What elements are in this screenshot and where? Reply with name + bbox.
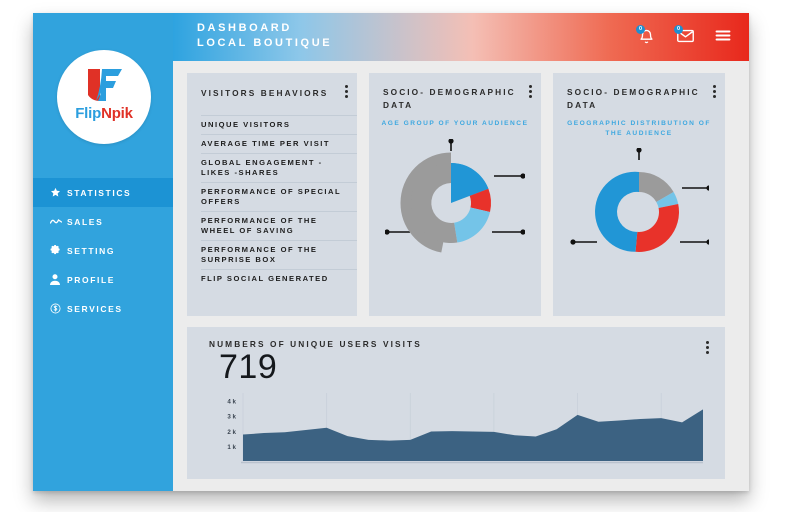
card-title: VISITORS BEHAVIORS <box>201 88 329 98</box>
sidebar-nav: STATISTICS SALES SETTING PROFILE SERVICE… <box>33 178 173 323</box>
sidebar-item-profile[interactable]: PROFILE <box>33 265 173 294</box>
top-header: DASHBOARD LOCAL BOUTIQUE 0 0 <box>173 13 749 61</box>
socio-demographic-age-card: SOCIO- DEMOGRAPHIC DATA AGE GROUP OF YOU… <box>369 73 541 316</box>
sidebar-item-services[interactable]: SERVICES <box>33 294 173 323</box>
gear-icon <box>50 244 67 258</box>
kebab-menu-icon[interactable] <box>713 85 716 98</box>
hamburger-menu-icon[interactable] <box>715 29 732 46</box>
page-title-line1: DASHBOARD <box>197 22 292 34</box>
svg-text:3 k: 3 k <box>227 414 236 421</box>
user-icon <box>50 273 67 287</box>
page-title: DASHBOARD LOCAL BOUTIQUE <box>197 21 332 51</box>
trend-line-icon <box>50 215 67 229</box>
brand-logo[interactable]: FlipNpik <box>57 50 151 144</box>
star-icon <box>50 186 67 200</box>
sidebar-item-sales[interactable]: SALES <box>33 207 173 236</box>
page-title-line2: LOCAL BOUTIQUE <box>197 37 333 49</box>
mail-badge: 0 <box>674 24 683 34</box>
card-title: SOCIO- DEMOGRAPHIC DATA <box>567 87 700 110</box>
list-item[interactable]: GLOBAL ENGAGEMENT -LIKES -SHARES <box>201 153 357 182</box>
device-frame: FlipNpik STATISTICS SALES SETTING PROFIL… <box>33 13 749 491</box>
card-subtitle: AGE GROUP OF YOUR AUDIENCE <box>381 120 529 127</box>
flipnpik-logo-icon <box>88 69 122 101</box>
header-icon-group: 0 0 <box>636 13 732 61</box>
list-item[interactable]: PERFORMANCE OF THE WHEEL OF SAVING <box>201 211 357 240</box>
visits-count-value: 719 <box>219 348 278 386</box>
sidebar: FlipNpik STATISTICS SALES SETTING PROFIL… <box>33 13 173 491</box>
svg-text:4 k: 4 k <box>227 399 236 406</box>
main-content: VISITORS BEHAVIORS UNIQUE VISITORS AVERA… <box>173 61 749 491</box>
list-item[interactable]: PERFORMANCE OF THE SURPRISE BOX <box>201 240 357 269</box>
sidebar-item-label: STATISTICS <box>67 187 132 198</box>
sidebar-item-setting[interactable]: SETTING <box>33 236 173 265</box>
svg-text:2 k: 2 k <box>227 429 236 436</box>
mail-envelope-icon[interactable]: 0 <box>674 24 694 46</box>
screenshot-root: FlipNpik STATISTICS SALES SETTING PROFIL… <box>0 0 786 512</box>
sidebar-item-label: SETTING <box>67 245 116 256</box>
dollar-circle-icon <box>50 302 67 316</box>
brand-name-part2: Npik <box>101 105 133 122</box>
brand-name-part1: Flip <box>75 105 102 122</box>
list-item[interactable]: PERFORMANCE OF SPECIAL OFFERS <box>201 182 357 211</box>
list-item[interactable]: FLIP SOCIAL GENERATED <box>201 269 357 288</box>
card-subtitle: GEOGRAPHIC DISTRIBUTION OF THE AUDIENCE <box>567 120 711 137</box>
card-header: VISITORS BEHAVIORS <box>187 73 357 115</box>
kebab-menu-icon[interactable] <box>706 341 709 354</box>
unique-users-visits-card: NUMBERS OF UNIQUE USERS VISITS 719 1 k 2 … <box>187 327 725 479</box>
notification-badge: 0 <box>636 24 645 34</box>
behaviors-list: UNIQUE VISITORS AVERAGE TIME PER VISIT G… <box>187 115 357 288</box>
card-title: SOCIO- DEMOGRAPHIC DATA <box>383 87 516 110</box>
sidebar-item-label: SERVICES <box>67 303 123 314</box>
sidebar-item-statistics[interactable]: STATISTICS <box>33 178 173 207</box>
area-chart-visits: 1 k 2 k 3 k 4 k <box>207 389 709 471</box>
brand-name: FlipNpik <box>75 105 133 122</box>
donut-chart-age <box>369 138 541 267</box>
kebab-menu-icon[interactable] <box>345 85 348 98</box>
notification-bell-icon[interactable]: 0 <box>636 24 656 46</box>
donut-chart-geo <box>553 148 725 276</box>
visitors-behaviors-card: VISITORS BEHAVIORS UNIQUE VISITORS AVERA… <box>187 73 357 316</box>
socio-demographic-geo-card: SOCIO- DEMOGRAPHIC DATA GEOGRAPHIC DISTR… <box>553 73 725 316</box>
list-item[interactable]: AVERAGE TIME PER VISIT <box>201 134 357 153</box>
sidebar-item-label: PROFILE <box>67 274 116 285</box>
sidebar-item-label: SALES <box>67 216 104 227</box>
kebab-menu-icon[interactable] <box>529 85 532 98</box>
svg-text:1 k: 1 k <box>227 444 236 451</box>
list-item[interactable]: UNIQUE VISITORS <box>201 115 357 134</box>
card-title: NUMBERS OF UNIQUE USERS VISITS <box>209 339 422 349</box>
